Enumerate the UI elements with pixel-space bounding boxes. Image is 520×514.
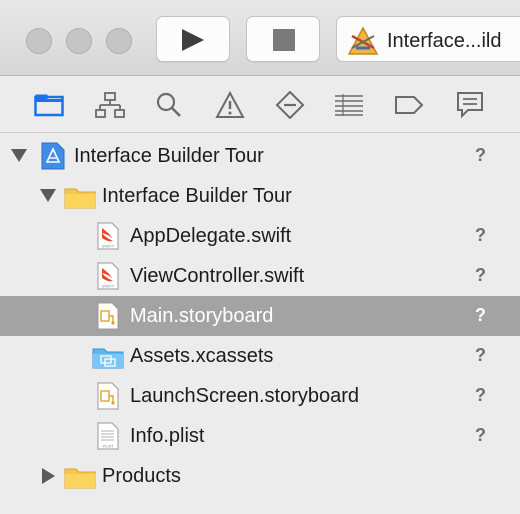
app-target-icon (347, 26, 379, 55)
source-control-status: ? (475, 305, 486, 325)
project-navigator-tab[interactable] (34, 91, 64, 119)
test-diamond-icon (275, 91, 305, 119)
source-control-status: ? (475, 425, 486, 445)
svg-text:SWIFT: SWIFT (102, 284, 115, 289)
tree-item-label: LaunchScreen.storyboard (130, 385, 360, 407)
tree-row-project[interactable]: Interface Builder Tour ? (0, 136, 520, 176)
folder-icon (34, 94, 64, 117)
tree-item-label: Assets.xcassets (130, 345, 274, 367)
disclosure-collapsed-icon[interactable] (42, 468, 55, 484)
debug-bars-icon (335, 94, 363, 116)
symbol-navigator-tab[interactable] (95, 91, 125, 119)
source-control-status: ? (475, 385, 486, 405)
source-control-status: ? (475, 345, 486, 365)
window-toolbar: Interface...ild (0, 0, 520, 76)
storyboard-file-icon (97, 382, 119, 410)
minimize-window-button[interactable] (66, 28, 92, 54)
tree-item-label: Products (102, 465, 181, 487)
tree-row-file-selected[interactable]: Main.storyboard ? (0, 296, 520, 336)
tree-item-label: ViewController.swift (130, 265, 305, 287)
tree-item-label: Main.storyboard (130, 305, 274, 327)
tree-row-file[interactable]: Assets.xcassets ? (0, 336, 520, 376)
tree-row-file[interactable]: SWIFT AppDelegate.swift ? (0, 216, 520, 256)
source-control-status: ? (475, 225, 486, 245)
tree-row-file[interactable]: LaunchScreen.storyboard ? (0, 376, 520, 416)
play-icon (182, 29, 204, 51)
asset-catalog-icon (92, 348, 124, 369)
scheme-selector[interactable]: Interface...ild (336, 16, 520, 62)
svg-text:SWIFT: SWIFT (102, 244, 115, 249)
tree-row-group[interactable]: Products (0, 456, 520, 496)
speech-bubble-icon (457, 92, 483, 119)
storyboard-file-icon (97, 302, 119, 330)
svg-text:PLIST: PLIST (102, 444, 114, 449)
warning-icon (215, 91, 245, 118)
stop-button[interactable] (246, 16, 320, 62)
disclosure-expanded-icon[interactable] (11, 149, 27, 162)
source-control-status: ? (475, 145, 486, 165)
tree-item-label: Info.plist (130, 425, 205, 447)
report-navigator-tab[interactable] (455, 91, 485, 119)
run-button[interactable] (156, 16, 230, 62)
scheme-label: Interface...ild (387, 30, 502, 52)
source-control-status: ? (475, 265, 486, 285)
tree-item-label: AppDelegate.swift (130, 225, 292, 247)
test-navigator-tab[interactable] (275, 91, 305, 119)
find-navigator-tab[interactable] (154, 91, 184, 119)
zoom-window-button[interactable] (106, 28, 132, 54)
issue-navigator-tab[interactable] (215, 91, 245, 119)
swift-file-icon: SWIFT (97, 222, 119, 250)
folder-icon (64, 468, 96, 489)
xcode-project-icon (41, 142, 65, 170)
plist-file-icon: PLIST (97, 422, 119, 450)
disclosure-expanded-icon[interactable] (40, 189, 56, 202)
tree-row-group[interactable]: Interface Builder Tour (0, 176, 520, 216)
tree-item-label: Interface Builder Tour (74, 145, 264, 167)
stop-icon (273, 29, 295, 51)
debug-navigator-tab[interactable] (334, 91, 364, 119)
navigator-selector-bar (0, 77, 520, 133)
breakpoint-navigator-tab[interactable] (394, 91, 424, 119)
close-window-button[interactable] (26, 28, 52, 54)
breakpoint-icon (395, 96, 424, 114)
folder-icon (64, 188, 96, 209)
tree-row-file[interactable]: SWIFT ViewController.swift ? (0, 256, 520, 296)
tree-row-file[interactable]: PLIST Info.plist ? (0, 416, 520, 456)
hierarchy-icon (95, 92, 125, 118)
search-icon (156, 92, 181, 117)
tree-item-label: Interface Builder Tour (102, 185, 292, 207)
swift-file-icon: SWIFT (97, 262, 119, 290)
